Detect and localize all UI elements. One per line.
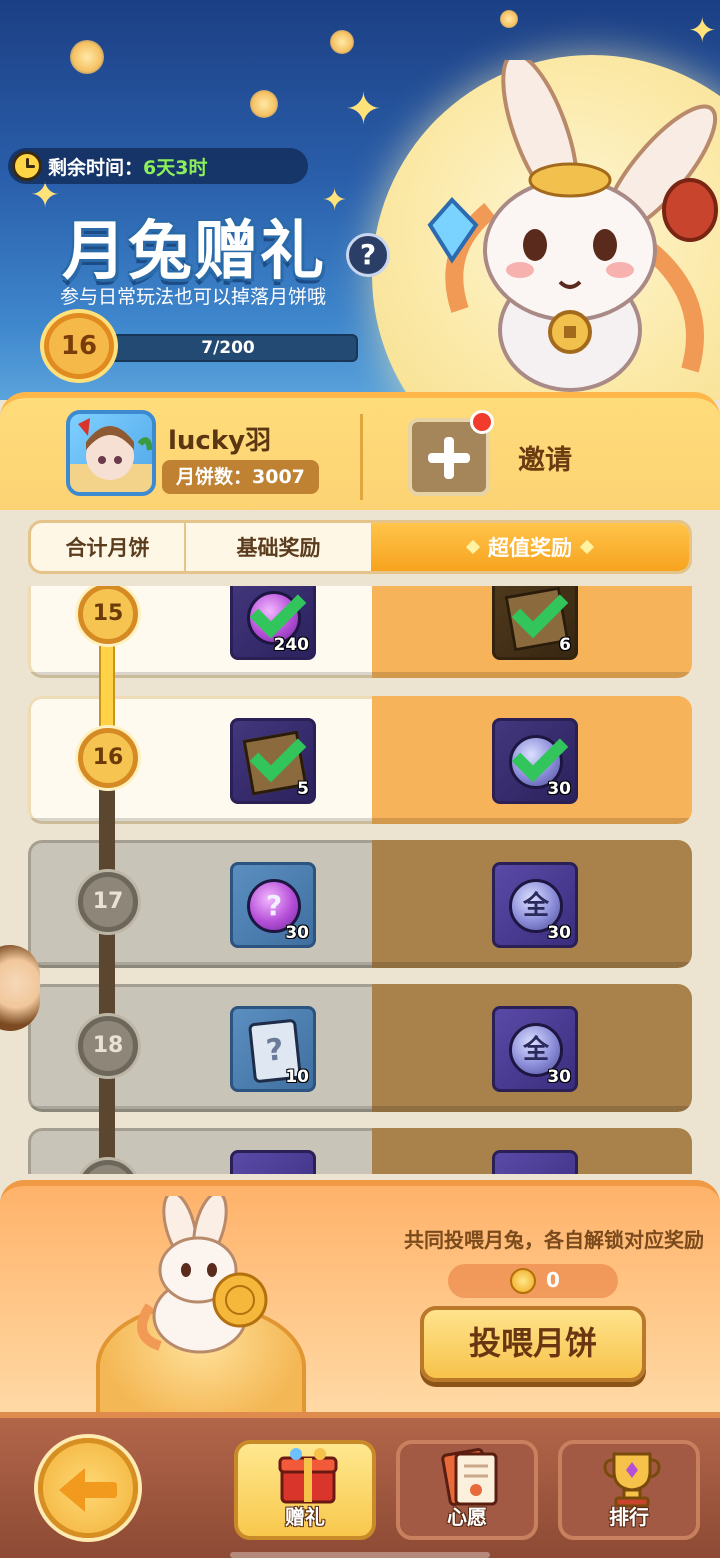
home-indicator [230,1552,490,1558]
reward-item-basic[interactable]: ? 10 [230,1006,316,1092]
clock-icon [12,151,42,181]
level-node-18: 18 [78,1016,138,1076]
reward-count: 30 [285,923,309,943]
reward-item-premium[interactable]: 30 [492,718,578,804]
coin-count: 0 [546,1268,560,1292]
lantern-decoration [70,40,104,74]
username: lucky羽 [168,426,272,456]
lantern-decoration [250,90,278,118]
level-node-16: 16 [78,728,138,788]
reward-item-premium[interactable]: 6 [492,586,578,660]
reward-item-basic[interactable]: 240 [230,586,316,660]
reward-tabs: 合计月饼 基础奖励 超值奖励 [28,520,692,574]
reward-item-basic[interactable] [230,1150,316,1174]
diamond-icon [579,539,595,555]
mooncake-count-badge: 月饼数：3007 [162,460,319,494]
notification-dot [470,410,494,434]
reward-count: 240 [273,635,310,655]
sparkle-icon: ✦ [688,11,717,51]
current-level-badge: 16 [44,313,114,379]
nav-tab-gift-label: 赠礼 [285,1505,325,1529]
gift-chest-icon [278,1448,338,1504]
bottom-nav: 赠礼 心愿 排行 [0,1412,720,1558]
nav-tab-wish[interactable]: 心愿 [396,1440,538,1540]
level-node-17: 17 [78,872,138,932]
help-button[interactable]: ? [346,233,390,277]
tab-total-mooncakes[interactable]: 合计月饼 [31,523,186,571]
avatar-portrait-icon [70,418,152,492]
tab-premium-rewards-label: 超值奖励 [488,536,572,560]
level-progress-text: 7/200 [201,338,255,358]
feed-mooncake-button[interactable]: 投喂月饼 [420,1306,646,1382]
reward-item-basic[interactable]: 5 [230,718,316,804]
reward-list[interactable]: 15 16 17 18 240 6 5 30 ? 30 全 30 ? 10 全 … [0,586,720,1174]
feed-section: 共同投喂月兔，各自解锁对应奖励 0 投喂月饼 [0,1180,720,1412]
divider [360,414,363,500]
nav-tab-ranking-label: 排行 [609,1505,649,1529]
moon-rabbit-mascot [427,60,718,392]
level-progress-bar: 7/200 [98,334,358,362]
reward-count: 6 [559,635,571,655]
reward-item-premium[interactable] [492,1150,578,1174]
sparkle-icon: ✦ [345,84,382,135]
level-node-15: 15 [78,586,138,644]
reward-count: 5 [297,779,309,799]
mooncake-coin-icon [510,1268,536,1294]
lantern-decoration [330,30,354,54]
nav-tab-ranking[interactable]: 排行 [558,1440,700,1540]
reward-count: 30 [547,1067,571,1087]
lantern-decoration [500,10,518,28]
reward-count: 30 [547,923,571,943]
nav-tab-gift[interactable]: 赠礼 [234,1440,376,1540]
user-panel: lucky羽 月饼数：3007 邀请 [0,392,720,510]
nav-tab-wish-label: 心愿 [447,1505,487,1529]
time-remaining-label: 剩余时间： [48,156,144,179]
feed-hint-text: 共同投喂月兔，各自解锁对应奖励 [404,1228,704,1252]
reward-item-premium[interactable]: 全 30 [492,862,578,948]
reward-item-basic[interactable]: ? 30 [230,862,316,948]
reward-count: 10 [285,1067,309,1087]
event-subtitle: 参与日常玩法也可以掉落月饼哦 [60,286,327,308]
event-title: 月兔赠礼 [62,215,326,289]
trophy-icon [603,1452,661,1508]
invite-label[interactable]: 邀请 [518,438,572,477]
reward-count: 30 [547,779,571,799]
time-remaining-value: 6天3时 [143,156,208,179]
tab-premium-rewards[interactable]: 超值奖励 [371,523,689,571]
event-banner: ✦ ✦ ✦ ✦ 剩余时间： 6天3时 月兔赠礼 ? 参与日常玩法也可以掉落月饼哦… [0,0,720,400]
back-button[interactable] [38,1438,138,1538]
diamond-icon [465,539,481,555]
wish-card-icon [441,1448,498,1506]
mooncake-coin-counter: 0 [448,1264,618,1298]
floating-character-icon[interactable] [0,945,40,1031]
reward-item-premium[interactable]: 全 30 [492,1006,578,1092]
avatar[interactable] [66,410,156,496]
rabbit-with-mooncake-illustration [137,1196,268,1354]
tab-basic-rewards[interactable]: 基础奖励 [186,523,371,571]
time-remaining-pill: 剩余时间： 6天3时 [8,148,308,184]
